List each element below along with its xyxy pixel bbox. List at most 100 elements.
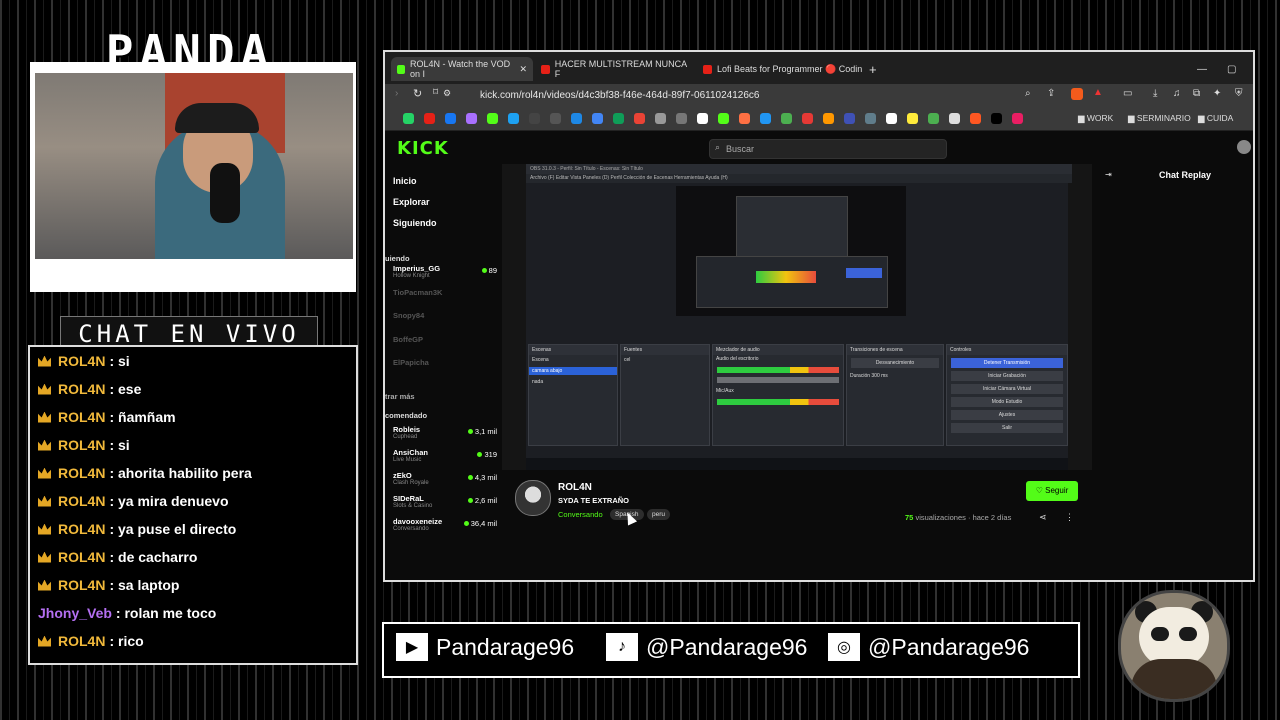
forward-icon[interactable]: › [395, 88, 398, 99]
video-title: SYDA TE EXTRAÑO [558, 496, 629, 505]
brave-icon[interactable] [1071, 88, 1083, 100]
bookmark-icon[interactable] [802, 113, 813, 124]
close-icon[interactable]: ✕ [519, 64, 527, 75]
bookmark-folder-cuida[interactable]: ▆ CUIDA [1198, 113, 1233, 124]
tab-multistream[interactable]: HACER MULTISTREAM NUNCA F [535, 57, 697, 81]
nav-siguiendo[interactable]: Siguiendo [393, 218, 437, 228]
bookmark-icon[interactable] [487, 113, 498, 124]
social-handle: ◎ @Pandarage96 [828, 633, 1029, 661]
user-avatar-icon[interactable] [1237, 140, 1251, 154]
sidebar-channel[interactable]: davooxeneize Conversando 36,4 mil [393, 517, 497, 541]
obs-control-button[interactable]: Detener Transmisión [951, 358, 1063, 368]
bookmark-icon[interactable] [844, 113, 855, 124]
sidebar-channel[interactable]: Robleis Cuphead 3,1 mil [393, 425, 497, 449]
search-input[interactable]: Buscar [709, 139, 947, 159]
tabs-icon[interactable]: ⧉ [1193, 88, 1200, 99]
bookmark-icon[interactable] [823, 113, 834, 124]
obs-control-button[interactable]: Ajustes [951, 410, 1063, 420]
streamer-name[interactable]: ROL4N [558, 482, 592, 493]
streamer-avatar[interactable] [515, 480, 551, 516]
chat-message: ROL4N: si [30, 347, 356, 375]
bookmark-icon[interactable] [697, 113, 708, 124]
bookmark-icon[interactable] [886, 113, 897, 124]
following-header: uiendo [385, 254, 410, 263]
sidebar-channel[interactable]: BoffeGP [393, 335, 493, 359]
bookmark-icon[interactable] [592, 113, 603, 124]
bookmark-icon[interactable] [424, 113, 435, 124]
bookmark-icon[interactable] [781, 113, 792, 124]
sidebar-channel[interactable]: Imperius_GG Hollow Knight 89 [393, 264, 497, 288]
settings-icon[interactable]: ✦ [1213, 88, 1221, 99]
tab-lofi[interactable]: Lofi Beats for Programmer 🔴 Codin [697, 57, 879, 81]
bookmark-icon[interactable] [907, 113, 918, 124]
obs-control-button[interactable]: Salir [951, 423, 1063, 433]
sidebar-channel[interactable]: Snopy84 [393, 311, 493, 335]
url-field[interactable]: kick.com/rol4n/videos/d4c3bf38-f46e-464d… [480, 88, 1040, 104]
shield-icon[interactable]: ⛨ [1235, 88, 1243, 99]
obs-control-button[interactable]: Iniciar Grabación [951, 371, 1063, 381]
bookmark-folder-serminario[interactable]: ▆ SERMINARIO [1128, 113, 1191, 124]
maximize-icon[interactable]: ▢ [1221, 57, 1242, 81]
bookmark-icon[interactable] [970, 113, 981, 124]
bookmark-icon[interactable] [550, 113, 561, 124]
bookmark-icon[interactable] [466, 113, 477, 124]
crown-icon [38, 551, 51, 563]
share-icon[interactable]: ⋖ [1039, 512, 1047, 523]
sidebar-channel[interactable]: AnsiChan Live Music 319 [393, 448, 497, 472]
chat-text: rico [118, 633, 144, 649]
tab-kick[interactable]: ROL4N - Watch the VOD on I ✕ [391, 57, 533, 81]
bookmark-icon[interactable] [865, 113, 876, 124]
download-icon[interactable]: ⤓ [1153, 88, 1157, 99]
bookmark-icon[interactable] [529, 113, 540, 124]
bookmark-icon[interactable] [634, 113, 645, 124]
bookmark-icon[interactable] [718, 113, 729, 124]
bookmark-icon[interactable]: ⌑ [433, 87, 438, 98]
show-more-link[interactable]: trar más [385, 392, 415, 401]
bookmark-icon[interactable] [760, 113, 771, 124]
bookmark-icon[interactable] [508, 113, 519, 124]
bookmark-folder-work[interactable]: ▆ WORK [1078, 113, 1113, 124]
scene-selected[interactable]: camara abajo [529, 367, 617, 375]
sidebar-channel[interactable]: TioPacman3K [393, 288, 493, 312]
chat-username: Jhony_Veb [38, 605, 112, 621]
category-link[interactable]: Conversando [558, 510, 603, 519]
tab-label: HACER MULTISTREAM NUNCA F [554, 59, 687, 79]
collapse-chat-icon[interactable]: ⇥ [1105, 170, 1112, 179]
nav-inicio[interactable]: Inicio [393, 176, 417, 186]
chat-text: ya mira denuevo [118, 493, 229, 509]
sidebar-icon[interactable]: ▭ [1123, 88, 1132, 99]
tag-peru[interactable]: peru [647, 509, 671, 520]
nav-explorar[interactable]: Explorar [393, 197, 430, 207]
sidebar-channel[interactable]: SIDeRaL Slots & Casino 2,6 mil [393, 494, 497, 518]
bookmark-icon[interactable] [949, 113, 960, 124]
bookmark-icon[interactable] [1012, 113, 1023, 124]
bookmark-icon[interactable] [928, 113, 939, 124]
extension-icon[interactable]: ▲ [1093, 87, 1103, 98]
share-icon[interactable]: ⇪ [1047, 88, 1055, 99]
obs-control-button[interactable]: Modo Estudio [951, 397, 1063, 407]
minimize-icon[interactable]: — [1191, 57, 1213, 81]
zoom-icon[interactable]: ⌕ [1025, 88, 1031, 99]
bookmark-icon[interactable] [571, 113, 582, 124]
kick-logo[interactable]: KICK [397, 138, 449, 159]
site-info-icon[interactable]: ⚙ [443, 88, 451, 99]
sidebar-channel[interactable]: ElPapicha [393, 358, 493, 382]
bookmark-icon[interactable] [445, 113, 456, 124]
video-player[interactable]: OBS 31.0.3 - Perfil: Sin Título - Escena… [502, 164, 1092, 470]
sidebar-channel[interactable]: zEkO Clash Royale 4,3 mil [393, 471, 497, 495]
bookmark-icon[interactable] [613, 113, 624, 124]
bookmark-icon[interactable] [676, 113, 687, 124]
more-options-icon[interactable]: ⋮ [1065, 512, 1074, 523]
bookmark-icon[interactable] [739, 113, 750, 124]
bookmark-icon[interactable] [991, 113, 1002, 124]
music-icon[interactable]: ♫ [1173, 88, 1181, 99]
follow-button[interactable]: ♡ Seguir [1026, 481, 1078, 501]
obs-control-button[interactable]: Iniciar Cámara Virtual [951, 384, 1063, 394]
chat-username: ROL4N [58, 577, 106, 593]
bookmark-icon[interactable] [655, 113, 666, 124]
chat-username: ROL4N [58, 437, 106, 453]
new-tab-button[interactable]: + [863, 57, 883, 81]
bookmark-icon[interactable] [403, 113, 414, 124]
reload-icon[interactable]: ↻ [413, 87, 422, 100]
chat-message: Jhony_Veb: rolan me toco [38, 605, 217, 621]
